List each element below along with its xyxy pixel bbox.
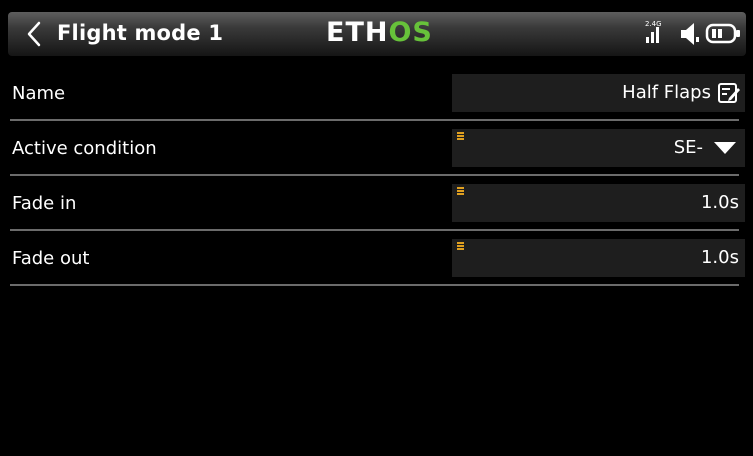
- row-name: Name Half Flaps: [0, 66, 753, 121]
- signal-icon: 2.4G: [645, 20, 662, 43]
- grip-icon: [457, 132, 464, 140]
- edit-icon[interactable]: [717, 81, 741, 105]
- name-label: Name: [12, 83, 66, 104]
- speaker-icon: [681, 23, 699, 45]
- ethos-logo: ETHOS: [326, 17, 433, 48]
- fade-in-field[interactable]: 1.0s: [452, 184, 745, 222]
- back-button[interactable]: [20, 16, 48, 52]
- page-title: Flight mode 1: [57, 21, 224, 45]
- row-fade-out: Fade out 1.0s: [0, 231, 753, 286]
- status-icons: 2.4G: [645, 18, 745, 48]
- grip-icon: [457, 242, 464, 250]
- active-condition-select[interactable]: SE-: [452, 129, 745, 167]
- row-active-condition: Active condition SE-: [0, 121, 753, 176]
- fade-out-field[interactable]: 1.0s: [452, 239, 745, 277]
- empty-area: [0, 286, 753, 456]
- fade-in-label: Fade in: [12, 193, 77, 214]
- active-condition-label: Active condition: [12, 138, 157, 159]
- name-value: Half Flaps: [622, 82, 711, 103]
- dropdown-triangle-icon[interactable]: [713, 140, 737, 156]
- battery-icon: [705, 23, 740, 44]
- header: Flight mode 1 ETHOS 2.4G: [0, 0, 753, 66]
- svg-text:2.4G: 2.4G: [645, 20, 662, 28]
- active-condition-value: SE-: [673, 137, 703, 158]
- row-fade-in: Fade in 1.0s: [0, 176, 753, 231]
- grip-icon: [457, 187, 464, 195]
- name-field[interactable]: Half Flaps: [452, 74, 745, 112]
- chevron-left-icon: [27, 21, 41, 47]
- fade-in-value: 1.0s: [700, 192, 739, 213]
- fade-out-label: Fade out: [12, 248, 90, 269]
- fade-out-value: 1.0s: [700, 247, 739, 268]
